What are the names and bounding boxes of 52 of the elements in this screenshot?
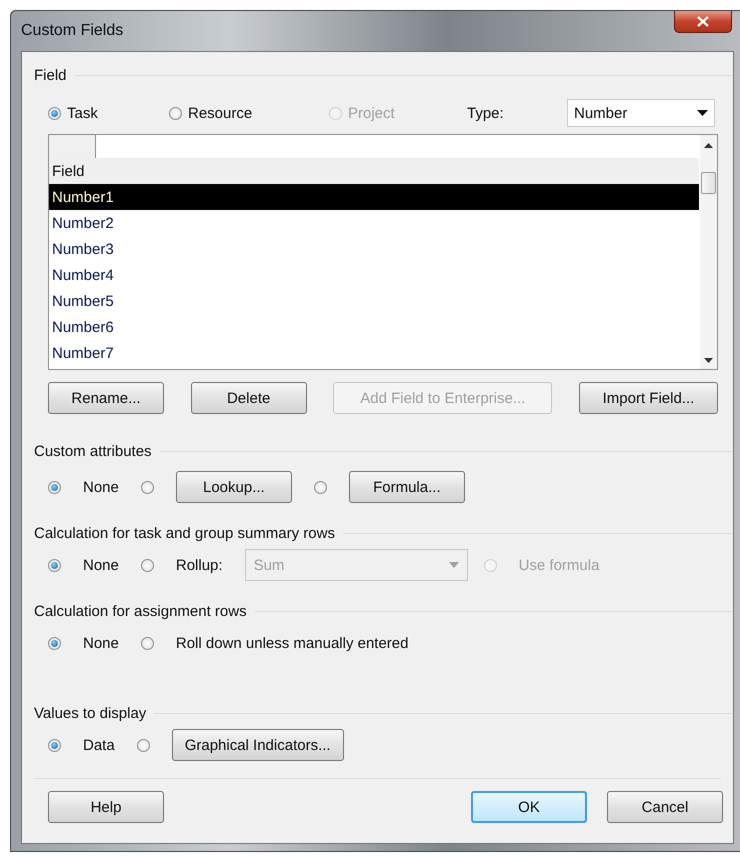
dialog-button[interactable]: OK (471, 791, 587, 823)
section-title: Values to display (34, 704, 146, 722)
dropdown-arrow-icon (448, 562, 459, 568)
list-item[interactable]: Number7 (49, 340, 699, 366)
scrollbar-thumb[interactable] (701, 172, 716, 194)
type-label: Type: (467, 104, 505, 122)
dialog-button[interactable]: Graphical Indicators... (172, 729, 344, 761)
dialog-button[interactable]: Rename... (48, 382, 164, 414)
section-title: Custom attributes (34, 442, 152, 460)
list-item[interactable]: Number4 (49, 262, 699, 288)
dialog-button[interactable]: Import Field... (578, 382, 718, 414)
radio-label[interactable]: Task (67, 104, 98, 122)
dialog-button[interactable]: Lookup... (176, 471, 292, 503)
radio-button[interactable] (48, 480, 61, 494)
radio-button[interactable] (140, 480, 154, 494)
section-title: Field (34, 66, 67, 84)
radio-button[interactable] (48, 558, 61, 572)
radio-button[interactable] (48, 738, 61, 752)
dropdown-arrow-icon (697, 110, 708, 116)
dialog-button[interactable]: Delete (190, 382, 307, 414)
dialog-button[interactable]: Help (48, 791, 164, 823)
radio-button[interactable] (48, 636, 61, 650)
radio-label[interactable]: None (83, 478, 119, 496)
dialog-button[interactable]: Formula... (348, 471, 465, 503)
window-title: Custom Fields (21, 22, 124, 40)
radio-button[interactable] (314, 480, 327, 494)
list-item[interactable]: Number3 (49, 236, 699, 262)
list-item[interactable]: Number6 (49, 314, 699, 340)
radio-label[interactable]: None (83, 556, 119, 574)
scrollbar[interactable] (700, 135, 717, 369)
close-button[interactable] (674, 11, 732, 33)
scroll-down-icon (704, 358, 713, 363)
radio-label[interactable]: Data (83, 736, 115, 754)
type-dropdown[interactable]: Number (567, 99, 715, 127)
radio-button[interactable] (136, 738, 150, 752)
close-icon (697, 16, 709, 27)
column-header: Field (49, 158, 699, 184)
dialog-button[interactable]: Cancel (607, 791, 723, 823)
section-title: Calculation for task and group summary rows (34, 524, 335, 542)
radio-button[interactable] (140, 636, 154, 650)
radio-button[interactable] (169, 106, 182, 120)
radio-label[interactable]: Roll down unless manually entered (176, 634, 408, 652)
radio-label[interactable]: Resource (188, 104, 252, 122)
radio-label[interactable]: None (83, 634, 119, 652)
list-item[interactable]: Number2 (49, 210, 699, 236)
radio-label[interactable]: Rollup: (176, 556, 223, 574)
list-item[interactable]: Number5 (49, 288, 699, 314)
radio-button[interactable] (48, 106, 61, 120)
list-item[interactable]: Number1 (49, 184, 699, 210)
scroll-up-icon (704, 143, 713, 148)
section-title: Calculation for assignment rows (34, 602, 247, 620)
radio-button[interactable] (140, 558, 154, 572)
